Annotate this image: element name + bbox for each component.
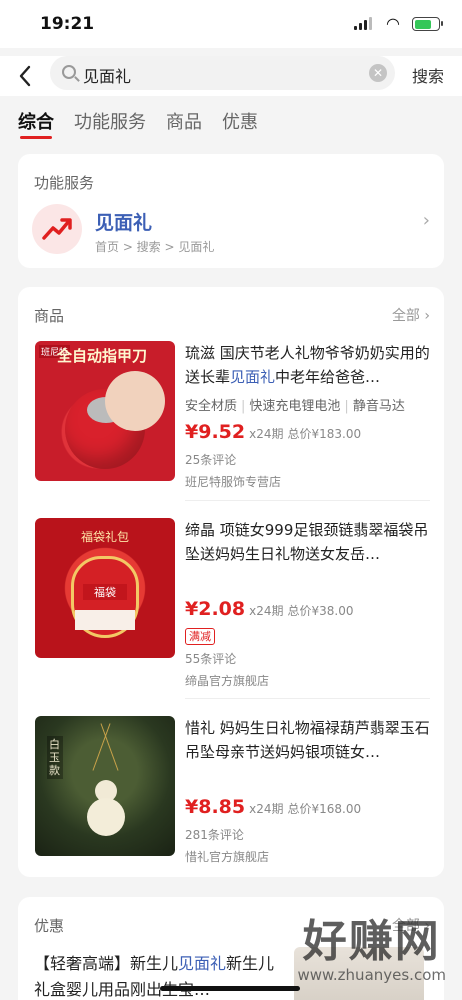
product-image: 福袋礼包 福袋 [35,518,175,658]
product-title: 惜礼 妈妈生日礼物福禄葫芦翡翠玉石吊坠母亲节送妈妈银项链女… [185,719,430,761]
tab-promo[interactable]: 优惠 [222,96,258,146]
see-all-label: 全部 [391,308,420,324]
thumb-brand: 福袋 [83,584,127,600]
search-query: 见面礼 [83,67,132,86]
review-count: 55条评论 [185,652,237,666]
divider [185,500,430,501]
shop-name[interactable]: 惜礼官方旗舰店 [185,848,269,865]
divider [185,698,430,699]
search-button[interactable]: 搜索 [412,63,444,87]
home-indicator[interactable] [160,986,300,991]
wifi-icon: ◠ [386,14,400,33]
product-price: ¥2.08 x24期 总价¥38.00 [185,598,354,620]
see-all-link[interactable]: 全部 › [392,915,430,935]
search-icon [62,65,76,79]
promo-image [294,947,424,1000]
product-price: ¥8.85 x24期 总价¥168.00 [185,796,362,818]
status-bar: 19:21 ◠ [0,0,462,48]
promo-title: 【轻奢高端】新生儿见面礼新生儿礼盒婴儿用品刚出生宝… [34,954,275,999]
signal-icon [354,17,372,30]
back-icon[interactable] [14,62,36,90]
review-count: 281条评论 [185,828,244,842]
product-item[interactable]: 班尼特 全自动指甲刀 琉滋 国庆节老人礼物爷爷奶奶实用的送长辈见面礼中老年给爸爸… [18,341,444,517]
promo-card[interactable]: 优惠 全部 › 【轻奢高端】新生儿见面礼新生儿礼盒婴儿用品刚出生宝… [18,897,444,1000]
shop-name[interactable]: 班尼特服饰专营店 [185,473,281,490]
search-input[interactable]: 见面礼 ✕ [50,56,395,90]
battery-icon [412,17,443,31]
product-image: 白玉款 [35,716,175,856]
search-bar: 见面礼 ✕ 搜索 [0,56,462,96]
see-all-label: 全部 [391,918,420,934]
function-service-card[interactable]: 功能服务 见面礼 首页 > 搜索 > 见面礼 › [18,154,444,268]
trend-up-icon [32,204,82,254]
product-title: 缔晶 项链女999足银颈链翡翠福袋吊坠送妈妈生日礼物送女友岳… [185,521,429,563]
clear-icon[interactable]: ✕ [369,64,387,82]
goods-card: 商品 全部 › 班尼特 全自动指甲刀 琉滋 国庆节老人礼物爷爷奶奶实用的送长辈见… [18,287,444,877]
product-item[interactable]: 福袋礼包 福袋 缔晶 项链女999足银颈链翡翠福袋吊坠送妈妈生日礼物送女友岳… … [18,518,444,694]
tab-goods[interactable]: 商品 [166,96,202,146]
see-all-link[interactable]: 全部 › [392,305,430,325]
chevron-right-icon: › [422,210,430,231]
thumb-text: 全自动指甲刀 [57,347,148,365]
tab-function-service[interactable]: 功能服务 [74,96,146,146]
thumb-text: 福袋礼包 [80,530,129,544]
shop-name[interactable]: 缔晶官方旗舰店 [185,672,269,689]
thumb-text: 白玉款 [47,736,63,779]
section-title: 商品 [34,307,65,325]
section-title: 功能服务 [34,174,95,192]
product-image: 班尼特 全自动指甲刀 [35,341,175,481]
tab-bar: 综合 功能服务 商品 优惠 [0,96,462,146]
promo-badge: 满减 [185,628,215,645]
product-item[interactable]: 白玉款 惜礼 妈妈生日礼物福禄葫芦翡翠玉石吊坠母亲节送妈妈银项链女… ¥8.85… [18,716,444,892]
breadcrumb: 首页 > 搜索 > 见面礼 [95,240,215,254]
review-count: 25条评论 [185,453,237,467]
product-price: ¥9.52 x24期 总价¥183.00 [185,421,362,443]
product-tags: 安全材质 | 快速充电锂电池 | 静音马达 [185,399,405,414]
section-title: 优惠 [34,917,65,935]
tab-all[interactable]: 综合 [18,96,54,146]
status-time: 19:21 [40,14,95,34]
service-name: 见面礼 [95,212,153,234]
product-title: 琉滋 国庆节老人礼物爷爷奶奶实用的送长辈见面礼中老年给爸爸… [185,344,430,386]
